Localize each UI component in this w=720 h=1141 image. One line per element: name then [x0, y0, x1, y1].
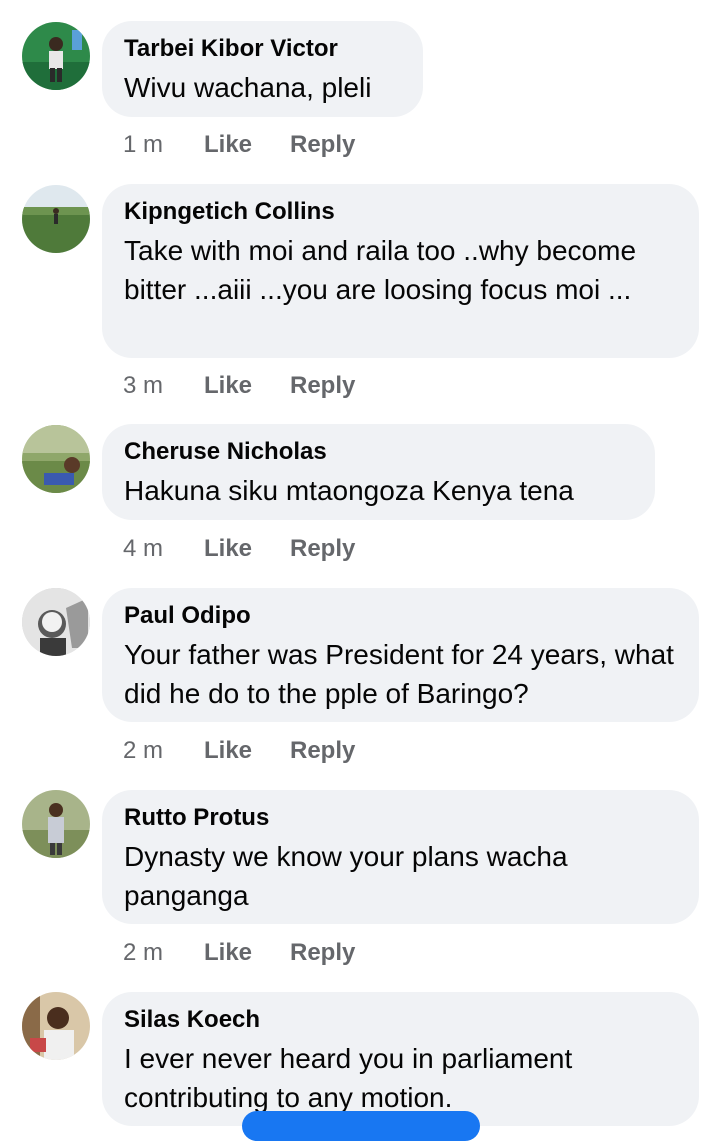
comment-time[interactable]: 1 m — [123, 130, 204, 160]
like-button[interactable]: Like — [204, 938, 290, 968]
comment-author[interactable]: Cheruse Nicholas — [124, 437, 633, 467]
avatar-photo-icon — [22, 992, 90, 1060]
like-button[interactable]: Like — [204, 130, 290, 160]
comment-time[interactable]: 2 m — [123, 736, 204, 766]
avatar[interactable] — [22, 425, 90, 493]
reply-button[interactable]: Reply — [290, 371, 355, 401]
reply-button[interactable]: Reply — [290, 534, 355, 564]
comment-actions: 3 m Like Reply — [123, 371, 355, 401]
avatar[interactable] — [22, 185, 90, 253]
comment-bubble: Paul Odipo Your father was President for… — [102, 588, 699, 722]
comment-time[interactable]: 3 m — [123, 371, 204, 401]
comment-actions: 1 m Like Reply — [123, 130, 355, 160]
comment-time[interactable]: 4 m — [123, 534, 204, 564]
reply-button[interactable]: Reply — [290, 938, 355, 968]
new-comments-pill[interactable] — [242, 1111, 480, 1141]
comment-text: Your father was President for 24 years, … — [124, 639, 674, 709]
comment-bubble: Kipngetich Collins Take with moi and rai… — [102, 184, 699, 358]
comment-author[interactable]: Paul Odipo — [124, 601, 677, 631]
comment-author[interactable]: Rutto Protus — [124, 803, 677, 833]
like-button[interactable]: Like — [204, 371, 290, 401]
comment-text: Hakuna siku mtaongoza Kenya tena — [124, 475, 574, 506]
comment-text: Wivu wachana, pleli — [124, 72, 372, 103]
comment-time[interactable]: 2 m — [123, 938, 204, 968]
avatar[interactable] — [22, 22, 90, 90]
avatar-photo-icon — [22, 185, 90, 253]
comment-bubble: Cheruse Nicholas Hakuna siku mtaongoza K… — [102, 424, 655, 520]
like-button[interactable]: Like — [204, 736, 290, 766]
avatar-photo-icon — [22, 22, 90, 90]
reply-button[interactable]: Reply — [290, 130, 355, 160]
reply-button[interactable]: Reply — [290, 736, 355, 766]
avatar[interactable] — [22, 992, 90, 1060]
like-button[interactable]: Like — [204, 534, 290, 564]
comment-author[interactable]: Silas Koech — [124, 1005, 677, 1035]
comment-text: Take with moi and raila too ..why become… — [124, 235, 637, 305]
comment-bubble: Silas Koech I ever never heard you in pa… — [102, 992, 699, 1126]
avatar-photo-icon — [22, 790, 90, 858]
avatar-photo-icon — [22, 425, 90, 493]
comment-actions: 2 m Like Reply — [123, 736, 355, 766]
comment-bubble: Tarbei Kibor Victor Wivu wachana, pleli — [102, 21, 423, 117]
avatar-photo-icon — [22, 588, 90, 656]
comment-author[interactable]: Kipngetich Collins — [124, 197, 677, 227]
avatar[interactable] — [22, 790, 90, 858]
comment-bubble: Rutto Protus Dynasty we know your plans … — [102, 790, 699, 924]
avatar[interactable] — [22, 588, 90, 656]
comment-text: I ever never heard you in parliament con… — [124, 1043, 573, 1113]
comment-author[interactable]: Tarbei Kibor Victor — [124, 34, 401, 64]
comment-actions: 4 m Like Reply — [123, 534, 355, 564]
comment-actions: 2 m Like Reply — [123, 938, 355, 968]
comment-text: Dynasty we know your plans wacha pangang… — [124, 841, 568, 911]
